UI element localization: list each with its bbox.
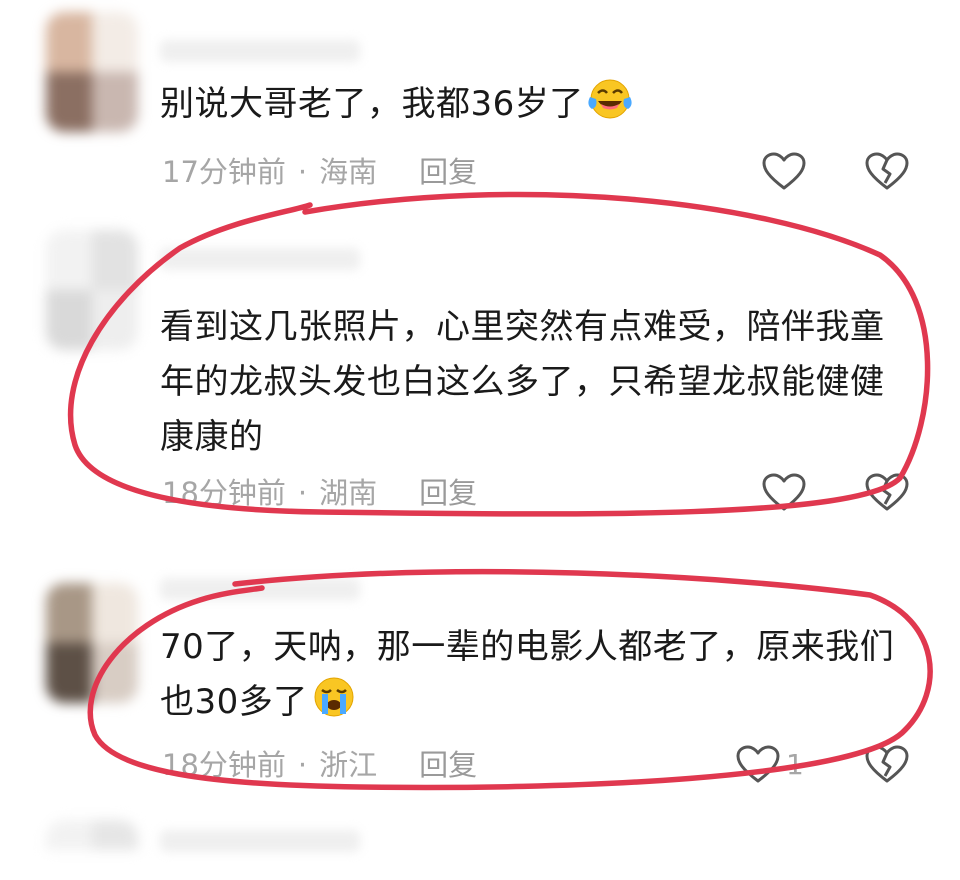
crying-emoji-icon xyxy=(310,675,358,736)
username[interactable] xyxy=(160,578,360,600)
reply-button[interactable]: 回复 xyxy=(419,473,477,513)
avatar[interactable] xyxy=(46,230,138,350)
separator: · xyxy=(297,748,308,782)
username[interactable] xyxy=(160,40,360,62)
separator: · xyxy=(297,476,308,510)
location: 浙江 xyxy=(319,748,378,782)
broken-heart-icon[interactable] xyxy=(865,473,909,517)
timestamp: 18分钟前 xyxy=(162,748,286,782)
timestamp: 18分钟前 xyxy=(162,476,286,510)
like-count: 1 xyxy=(786,748,804,781)
broken-heart-icon[interactable] xyxy=(865,152,909,196)
timestamp: 17分钟前 xyxy=(162,155,286,189)
avatar[interactable] xyxy=(46,583,138,703)
comment-meta: 17分钟前 · 海南 回复 xyxy=(162,152,477,192)
username[interactable] xyxy=(160,830,360,852)
separator: · xyxy=(297,155,308,189)
heart-outline-icon[interactable] xyxy=(762,152,806,196)
location: 海南 xyxy=(319,155,378,189)
comment-text: 70了，天呐，那一辈的电影人都老了，原来我们也30多了 xyxy=(160,620,900,736)
broken-heart-icon[interactable] xyxy=(865,745,909,789)
heart-outline-icon[interactable] xyxy=(736,745,780,789)
location: 湖南 xyxy=(319,476,378,510)
heart-outline-icon[interactable] xyxy=(762,473,806,517)
comment-meta: 18分钟前 · 浙江 回复 xyxy=(162,745,477,785)
comment-text-content: 别说大哥老了，我都36岁了 xyxy=(160,84,584,124)
comment-text-content: 看到这几张照片，心里突然有点难受，陪伴我童年的龙叔头发也白这么多了，只希望龙叔能… xyxy=(160,307,885,457)
comment-text: 别说大哥老了，我都36岁了 xyxy=(160,77,900,138)
comment-meta: 18分钟前 · 湖南 回复 xyxy=(162,473,477,513)
avatar[interactable] xyxy=(46,820,138,880)
comment-text-content: 70了，天呐，那一辈的电影人都老了，原来我们也30多了 xyxy=(160,627,895,722)
comment-text: 看到这几张照片，心里突然有点难受，陪伴我童年的龙叔头发也白这么多了，只希望龙叔能… xyxy=(160,300,900,465)
avatar[interactable] xyxy=(46,12,138,132)
reply-button[interactable]: 回复 xyxy=(419,152,477,192)
laughing-crying-emoji-icon xyxy=(586,77,634,138)
reply-button[interactable]: 回复 xyxy=(419,745,477,785)
username[interactable] xyxy=(160,248,360,270)
